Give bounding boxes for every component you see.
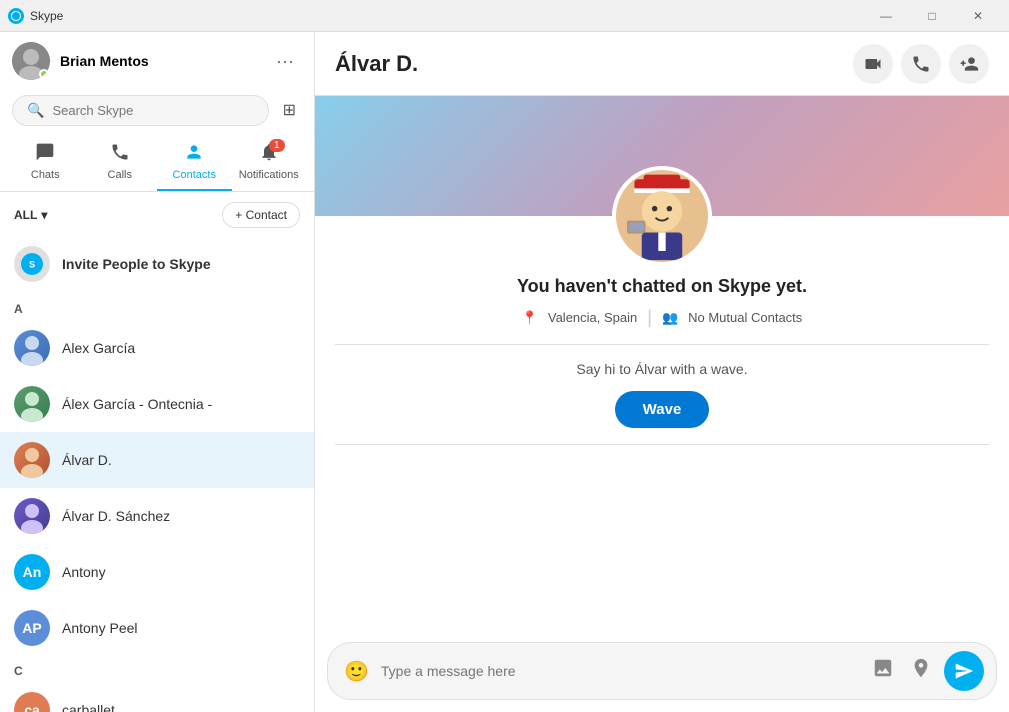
contact-name: Alex García bbox=[62, 340, 135, 356]
chat-title: Álvar D. bbox=[335, 51, 418, 77]
main-panel: Álvar D. bbox=[315, 32, 1009, 712]
contact-avatar: An bbox=[14, 554, 50, 590]
mutual-contacts-text: No Mutual Contacts bbox=[688, 310, 802, 325]
section-c: C bbox=[0, 656, 314, 682]
search-icon: 🔍 bbox=[27, 102, 44, 119]
contacts-label: Contacts bbox=[173, 169, 216, 181]
filter-label: ALL bbox=[14, 208, 37, 222]
invite-people-item[interactable]: S Invite People to Skype bbox=[0, 234, 314, 294]
avatar[interactable] bbox=[12, 42, 50, 80]
audio-call-button[interactable] bbox=[901, 44, 941, 84]
contacts-header: ALL ▾ + Contact bbox=[0, 192, 314, 234]
mutual-contacts-icon: 👥 bbox=[662, 310, 678, 326]
minimize-button[interactable]: — bbox=[863, 0, 909, 32]
profile-area: You haven't chatted on Skype yet. 📍 Vale… bbox=[315, 96, 1009, 461]
titlebar: Skype — □ ✕ bbox=[0, 0, 1009, 32]
invite-label: Invite People to Skype bbox=[62, 256, 211, 272]
user-name: Brian Mentos bbox=[60, 53, 258, 69]
notifications-label: Notifications bbox=[239, 169, 299, 181]
search-wrap: 🔍 bbox=[12, 95, 269, 126]
divider-1 bbox=[335, 344, 989, 345]
svg-text:S: S bbox=[29, 260, 35, 270]
contact-avatar bbox=[14, 330, 50, 366]
skype-logo-icon: S bbox=[14, 246, 50, 282]
emoji-button[interactable]: 🙂 bbox=[340, 655, 373, 688]
profile-meta: 📍 Valencia, Spain | 👥 No Mutual Contacts bbox=[517, 307, 807, 328]
profile-avatar bbox=[612, 166, 712, 266]
contact-name: Álvar D. Sánchez bbox=[62, 508, 170, 524]
titlebar-left: Skype bbox=[8, 8, 63, 24]
contact-name: Álex García - Ontecnia - bbox=[62, 396, 212, 412]
contact-item-carballet[interactable]: ca carballet bbox=[0, 682, 314, 712]
user-header: Brian Mentos ··· bbox=[0, 32, 314, 90]
chat-body bbox=[315, 461, 1009, 642]
calls-icon bbox=[110, 142, 130, 167]
contact-name: Antony bbox=[62, 564, 106, 580]
profile-avatar-wrap bbox=[612, 166, 712, 266]
contact-name: carballet bbox=[62, 702, 115, 712]
contact-item-alex-garcia[interactable]: Alex García bbox=[0, 320, 314, 376]
search-input[interactable] bbox=[52, 103, 253, 118]
location-text: Valencia, Spain bbox=[548, 310, 637, 325]
contact-avatar bbox=[14, 442, 50, 478]
search-bar: 🔍 ⊞ bbox=[0, 90, 314, 134]
chats-label: Chats bbox=[31, 169, 60, 181]
contacts-list: S Invite People to Skype A Alex García Á… bbox=[0, 234, 314, 712]
tab-contacts[interactable]: Contacts bbox=[157, 134, 232, 191]
contact-name: Antony Peel bbox=[62, 620, 138, 636]
online-indicator bbox=[39, 69, 49, 79]
message-input[interactable] bbox=[381, 663, 860, 679]
contact-avatar: AP bbox=[14, 610, 50, 646]
nav-tabs: Chats Calls Contacts 1 Notifications bbox=[0, 134, 314, 192]
more-options-button[interactable]: ··· bbox=[268, 47, 302, 76]
add-contact-button[interactable]: + Contact bbox=[222, 202, 300, 228]
tab-calls[interactable]: Calls bbox=[83, 134, 158, 191]
contact-name: Álvar D. bbox=[62, 452, 112, 468]
media-button[interactable] bbox=[868, 653, 898, 689]
calls-label: Calls bbox=[108, 169, 132, 181]
contact-avatar: ca bbox=[14, 692, 50, 712]
message-input-wrapper: 🙂 bbox=[315, 642, 1009, 712]
window-controls: — □ ✕ bbox=[863, 0, 1001, 32]
location-button[interactable] bbox=[906, 653, 936, 689]
grid-button[interactable]: ⊞ bbox=[277, 94, 302, 126]
maximize-button[interactable]: □ bbox=[909, 0, 955, 32]
skype-icon bbox=[8, 8, 24, 24]
chat-header: Álvar D. bbox=[315, 32, 1009, 96]
contact-avatar bbox=[14, 386, 50, 422]
meta-divider: | bbox=[647, 307, 652, 328]
message-input-box: 🙂 bbox=[327, 642, 997, 700]
sidebar: Brian Mentos ··· 🔍 ⊞ Chats Ca bbox=[0, 32, 315, 712]
app-title: Skype bbox=[30, 9, 63, 23]
wave-button[interactable]: Wave bbox=[615, 391, 710, 428]
all-filter[interactable]: ALL ▾ bbox=[14, 208, 47, 222]
divider-2 bbox=[335, 444, 989, 445]
no-chat-text: You haven't chatted on Skype yet. bbox=[517, 276, 807, 297]
wave-prompt: Say hi to Álvar with a wave. bbox=[576, 361, 747, 377]
chat-actions bbox=[853, 44, 989, 84]
chats-icon bbox=[35, 142, 55, 167]
contact-item-antony-peel[interactable]: AP Antony Peel bbox=[0, 600, 314, 656]
contact-avatar bbox=[14, 498, 50, 534]
contact-item-alex-ontecnia[interactable]: Álex García - Ontecnia - bbox=[0, 376, 314, 432]
section-a: A bbox=[0, 294, 314, 320]
wave-section: Say hi to Álvar with a wave. Wave bbox=[556, 361, 767, 428]
contact-item-alvar-d[interactable]: Álvar D. bbox=[0, 432, 314, 488]
send-button[interactable] bbox=[944, 651, 984, 691]
add-to-contact-button[interactable] bbox=[949, 44, 989, 84]
chevron-down-icon: ▾ bbox=[41, 208, 47, 222]
tab-chats[interactable]: Chats bbox=[8, 134, 83, 191]
notification-badge: 1 bbox=[269, 139, 285, 152]
app-body: Brian Mentos ··· 🔍 ⊞ Chats Ca bbox=[0, 32, 1009, 712]
video-call-button[interactable] bbox=[853, 44, 893, 84]
profile-info: You haven't chatted on Skype yet. 📍 Vale… bbox=[497, 276, 827, 328]
contacts-icon bbox=[184, 142, 204, 167]
contact-item-alvar-sanchez[interactable]: Álvar D. Sánchez bbox=[0, 488, 314, 544]
contact-item-antony[interactable]: An Antony bbox=[0, 544, 314, 600]
profile-banner bbox=[315, 96, 1009, 216]
location-icon: 📍 bbox=[522, 310, 538, 326]
close-button[interactable]: ✕ bbox=[955, 0, 1001, 32]
tab-notifications[interactable]: 1 Notifications bbox=[232, 134, 307, 191]
